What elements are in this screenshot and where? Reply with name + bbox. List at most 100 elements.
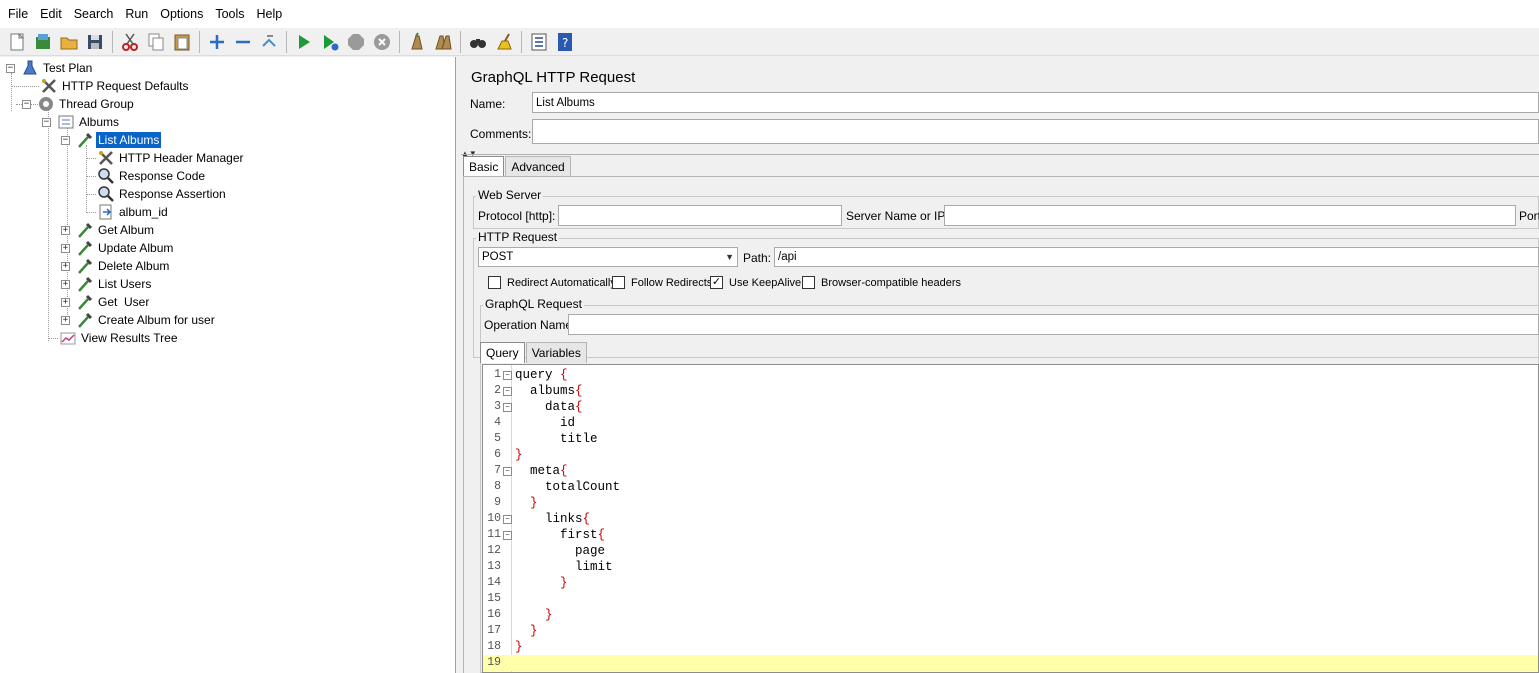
save-button[interactable]	[82, 29, 107, 54]
expand-toggle[interactable]: +	[61, 225, 70, 235]
fold-toggle-icon[interactable]: −	[503, 371, 512, 380]
code-line[interactable]: 3− data{	[483, 399, 1538, 415]
tree-node-create-album-for-user[interactable]: + Create Album for user	[61, 311, 217, 329]
expand-toggle[interactable]: +	[61, 297, 70, 307]
tree-node-get-user[interactable]: + Get User	[61, 293, 151, 311]
help-button[interactable]: ?	[552, 29, 577, 54]
line-number: 13	[487, 560, 501, 573]
code-text: totalCount	[515, 480, 621, 494]
code-line[interactable]: 19	[483, 655, 1538, 671]
code-line[interactable]: 16 }	[483, 607, 1538, 623]
fold-toggle-icon[interactable]: −	[503, 387, 512, 396]
shutdown-button[interactable]	[369, 29, 394, 54]
name-field[interactable]	[532, 92, 1539, 113]
tree-node-get-album[interactable]: + Get Album	[61, 221, 156, 239]
tree-node-view-results-tree[interactable]: View Results Tree	[59, 329, 180, 347]
clear-button[interactable]	[404, 29, 429, 54]
code-line[interactable]: 8 totalCount	[483, 479, 1538, 495]
tab-advanced[interactable]: Advanced	[505, 156, 571, 177]
tree-node-album-id[interactable]: album_id	[97, 203, 170, 221]
code-line[interactable]: 18}	[483, 639, 1538, 655]
code-line[interactable]: 15	[483, 591, 1538, 607]
graphql-request-title: GraphQL Request	[483, 297, 584, 311]
reset-search-button[interactable]	[491, 29, 516, 54]
tree-node-update-album[interactable]: + Update Album	[61, 239, 175, 257]
redirect-automatically-checkbox[interactable]: Redirect Automatically	[488, 276, 616, 289]
clear-all-button[interactable]	[430, 29, 455, 54]
menu-help[interactable]: Help	[251, 7, 289, 21]
use-keepalive-checkbox[interactable]: ✓ Use KeepAlive	[710, 276, 801, 289]
path-field[interactable]	[774, 247, 1539, 267]
search-button[interactable]	[465, 29, 490, 54]
tab-variables[interactable]: Variables	[525, 342, 587, 363]
comments-field[interactable]	[532, 119, 1539, 144]
server-name-field[interactable]	[944, 205, 1516, 226]
menu-search[interactable]: Search	[68, 7, 120, 21]
new-button[interactable]	[4, 29, 29, 54]
protocol-field[interactable]	[558, 205, 842, 226]
expand-button[interactable]	[204, 29, 229, 54]
expand-toggle[interactable]: +	[61, 243, 70, 253]
tree-node-response-code[interactable]: Response Code	[97, 167, 207, 185]
fold-toggle-icon[interactable]: −	[503, 467, 512, 476]
fold-toggle-icon[interactable]: −	[503, 403, 512, 412]
browser-compatible-headers-checkbox[interactable]: Browser-compatible headers	[802, 276, 961, 289]
collapse-toggle[interactable]: −	[61, 135, 70, 145]
tree-node-albums[interactable]: − Albums	[42, 113, 121, 131]
code-line[interactable]: 11− first{	[483, 527, 1538, 543]
collapse-toggle[interactable]: −	[42, 117, 51, 127]
shutdown-icon	[373, 33, 390, 50]
menu-tools[interactable]: Tools	[209, 7, 250, 21]
operation-name-field[interactable]	[568, 314, 1539, 335]
toggle-button[interactable]	[256, 29, 281, 54]
follow-redirects-checkbox[interactable]: Follow Redirects	[612, 276, 712, 289]
svg-text:?: ?	[562, 36, 568, 50]
tab-query[interactable]: Query	[480, 342, 525, 363]
expand-toggle[interactable]: +	[61, 261, 70, 271]
tree-node-list-users[interactable]: + List Users	[61, 275, 153, 293]
cut-button[interactable]	[117, 29, 142, 54]
menu-options[interactable]: Options	[154, 7, 209, 21]
templates-button[interactable]	[30, 29, 55, 54]
fold-toggle-icon[interactable]: −	[503, 515, 512, 524]
start-no-pauses-button[interactable]	[317, 29, 342, 54]
code-line[interactable]: 10− links{	[483, 511, 1538, 527]
code-line[interactable]: 17 }	[483, 623, 1538, 639]
tree-node-test-plan[interactable]: − Test Plan	[6, 59, 94, 77]
collapse-toggle[interactable]: −	[22, 99, 31, 109]
paste-button[interactable]	[169, 29, 194, 54]
collapse-toggle[interactable]: −	[6, 63, 15, 73]
tree-node-http-request-defaults[interactable]: HTTP Request Defaults	[40, 77, 191, 95]
function-helper-button[interactable]	[526, 29, 551, 54]
tree-node-response-assertion[interactable]: Response Assertion	[97, 185, 228, 203]
code-line[interactable]: 7− meta{	[483, 463, 1538, 479]
code-line[interactable]: 6}	[483, 447, 1538, 463]
code-line[interactable]: 12 page	[483, 543, 1538, 559]
code-line[interactable]: 9 }	[483, 495, 1538, 511]
stop-button[interactable]	[343, 29, 368, 54]
tree-node-list-albums[interactable]: − List Albums	[61, 131, 162, 149]
menu-edit[interactable]: Edit	[34, 7, 68, 21]
menu-file[interactable]: File	[2, 7, 34, 21]
code-line[interactable]: 14 }	[483, 575, 1538, 591]
tree-node-thread-group[interactable]: − Thread Group	[22, 95, 136, 113]
copy-button[interactable]	[143, 29, 168, 54]
code-line[interactable]: 1− query {	[483, 367, 1538, 383]
menu-run[interactable]: Run	[119, 7, 154, 21]
start-button[interactable]	[291, 29, 316, 54]
tree-node-delete-album[interactable]: + Delete Album	[61, 257, 171, 275]
query-editor[interactable]: 1− query {2− albums{3− data{4 id 5 title 6}…	[482, 364, 1539, 673]
method-select[interactable]: POST ▼	[478, 247, 738, 267]
fold-toggle-icon[interactable]: −	[503, 531, 512, 540]
tab-basic[interactable]: Basic	[463, 156, 505, 177]
code-line[interactable]: 5 title	[483, 431, 1538, 447]
code-line[interactable]: 4 id	[483, 415, 1538, 431]
expand-toggle[interactable]: +	[61, 279, 70, 289]
code-line[interactable]: 13 limit	[483, 559, 1538, 575]
search-icon	[469, 38, 486, 48]
open-button[interactable]	[56, 29, 81, 54]
tree-node-http-header-manager[interactable]: HTTP Header Manager	[97, 149, 246, 167]
code-line[interactable]: 2− albums{	[483, 383, 1538, 399]
collapse-button[interactable]	[230, 29, 255, 54]
expand-toggle[interactable]: +	[61, 315, 70, 325]
